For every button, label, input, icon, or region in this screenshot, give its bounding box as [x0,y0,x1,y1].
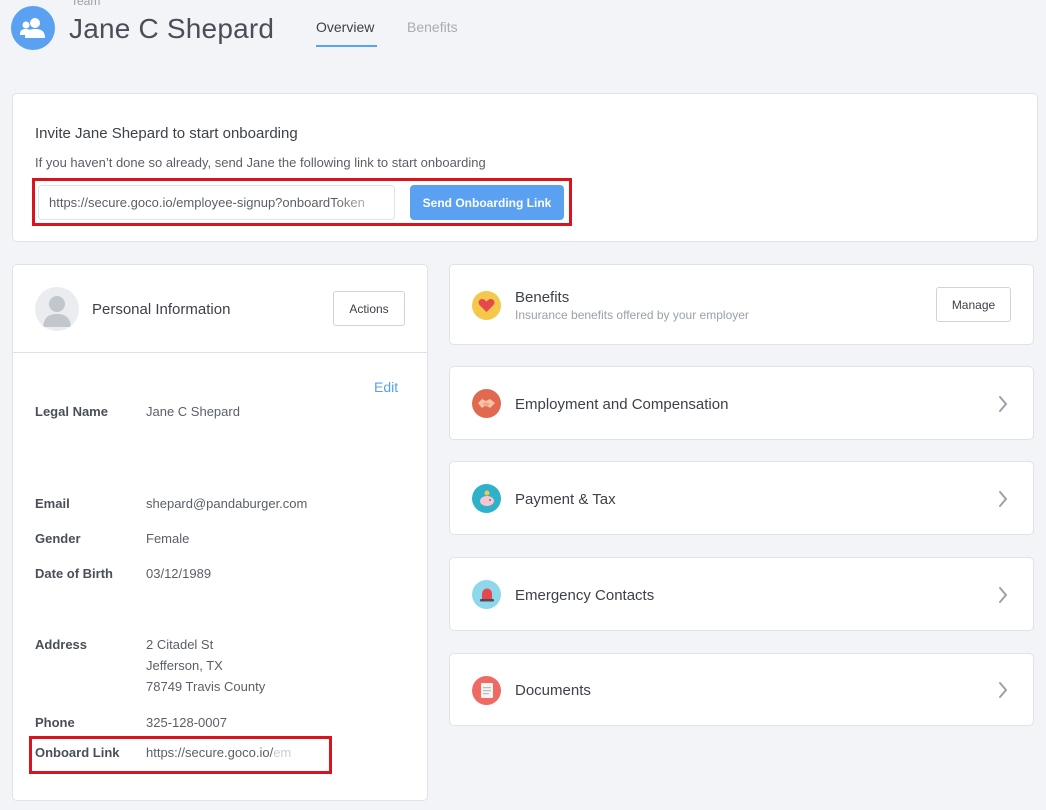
dob-label: Date of Birth [35,566,113,581]
benefits-card: Benefits Insurance benefits offered by y… [449,264,1034,345]
personal-information-card: Personal Information Actions Edit Legal … [12,264,428,801]
email-label: Email [35,496,70,511]
onboarding-link-input[interactable]: https://secure.goco.io/employee-signup?o… [38,185,395,220]
address-label: Address [35,637,88,652]
handshake-icon [472,389,501,418]
breadcrumb[interactable]: Team [71,0,100,8]
documents-title: Documents [515,682,591,699]
page-header: Team Jane C Shepard Overview Benefits [0,0,1046,70]
invite-title: Invite Jane Shepard to start onboarding [35,125,298,142]
employment-compensation-title: Employment and Compensation [515,396,729,413]
dob-value: 03/12/1989 [146,566,212,581]
manage-button[interactable]: Manage [936,287,1011,322]
emergency-contacts-title: Emergency Contacts [515,587,655,604]
address-line2: Jefferson, TX [146,658,223,673]
chevron-right-icon [998,586,1008,609]
onboard-link-text: https://secure.goco.io/ [146,745,274,760]
text-fade-overlay [334,186,394,219]
onboard-link-text-faded: em [273,745,292,760]
phone-label: Phone [35,715,75,730]
personal-information-title: Personal Information [92,301,231,318]
gender-value: Female [146,531,190,546]
legal-name-value: Jane C Shepard [146,404,240,419]
benefits-subtitle: Insurance benefits offered by your emplo… [515,308,749,322]
siren-icon [472,580,501,609]
team-icon [11,6,55,50]
documents-card[interactable]: Documents [449,653,1034,726]
invite-subtitle: If you haven’t done so already, send Jan… [35,155,486,170]
invite-card: Invite Jane Shepard to start onboarding … [12,93,1038,242]
tab-overview[interactable]: Overview [316,19,377,47]
document-icon [472,676,501,705]
emergency-contacts-card[interactable]: Emergency Contacts [449,557,1034,631]
actions-button[interactable]: Actions [333,291,405,326]
employment-compensation-card[interactable]: Employment and Compensation [449,366,1034,440]
send-onboarding-link-button[interactable]: Send Onboarding Link [410,185,564,220]
legal-name-label: Legal Name [35,404,108,419]
onboard-link-value[interactable]: https://secure.goco.io/em [146,742,291,763]
piggy-bank-icon [472,484,501,513]
payment-tax-card[interactable]: Payment & Tax [449,461,1034,535]
heart-icon [472,291,501,320]
onboard-link-label: Onboard Link [35,745,120,760]
divider [13,352,427,353]
address-line1: 2 Citadel St [146,637,214,652]
chevron-right-icon [998,681,1008,704]
tab-benefits[interactable]: Benefits [407,19,458,45]
address-line3: 78749 Travis County [146,679,266,694]
phone-value: 325-128-0007 [146,715,227,730]
page-title: Jane C Shepard [69,13,275,44]
gender-label: Gender [35,531,81,546]
email-value: shepard@pandaburger.com [146,496,308,511]
avatar [35,287,79,331]
benefits-title: Benefits [515,289,570,306]
chevron-right-icon [998,395,1008,418]
payment-tax-title: Payment & Tax [515,491,616,508]
chevron-right-icon [998,490,1008,513]
onboarding-link-value: https://secure.goco.io/employee-signup?o… [49,195,365,210]
edit-link[interactable]: Edit [374,379,398,395]
